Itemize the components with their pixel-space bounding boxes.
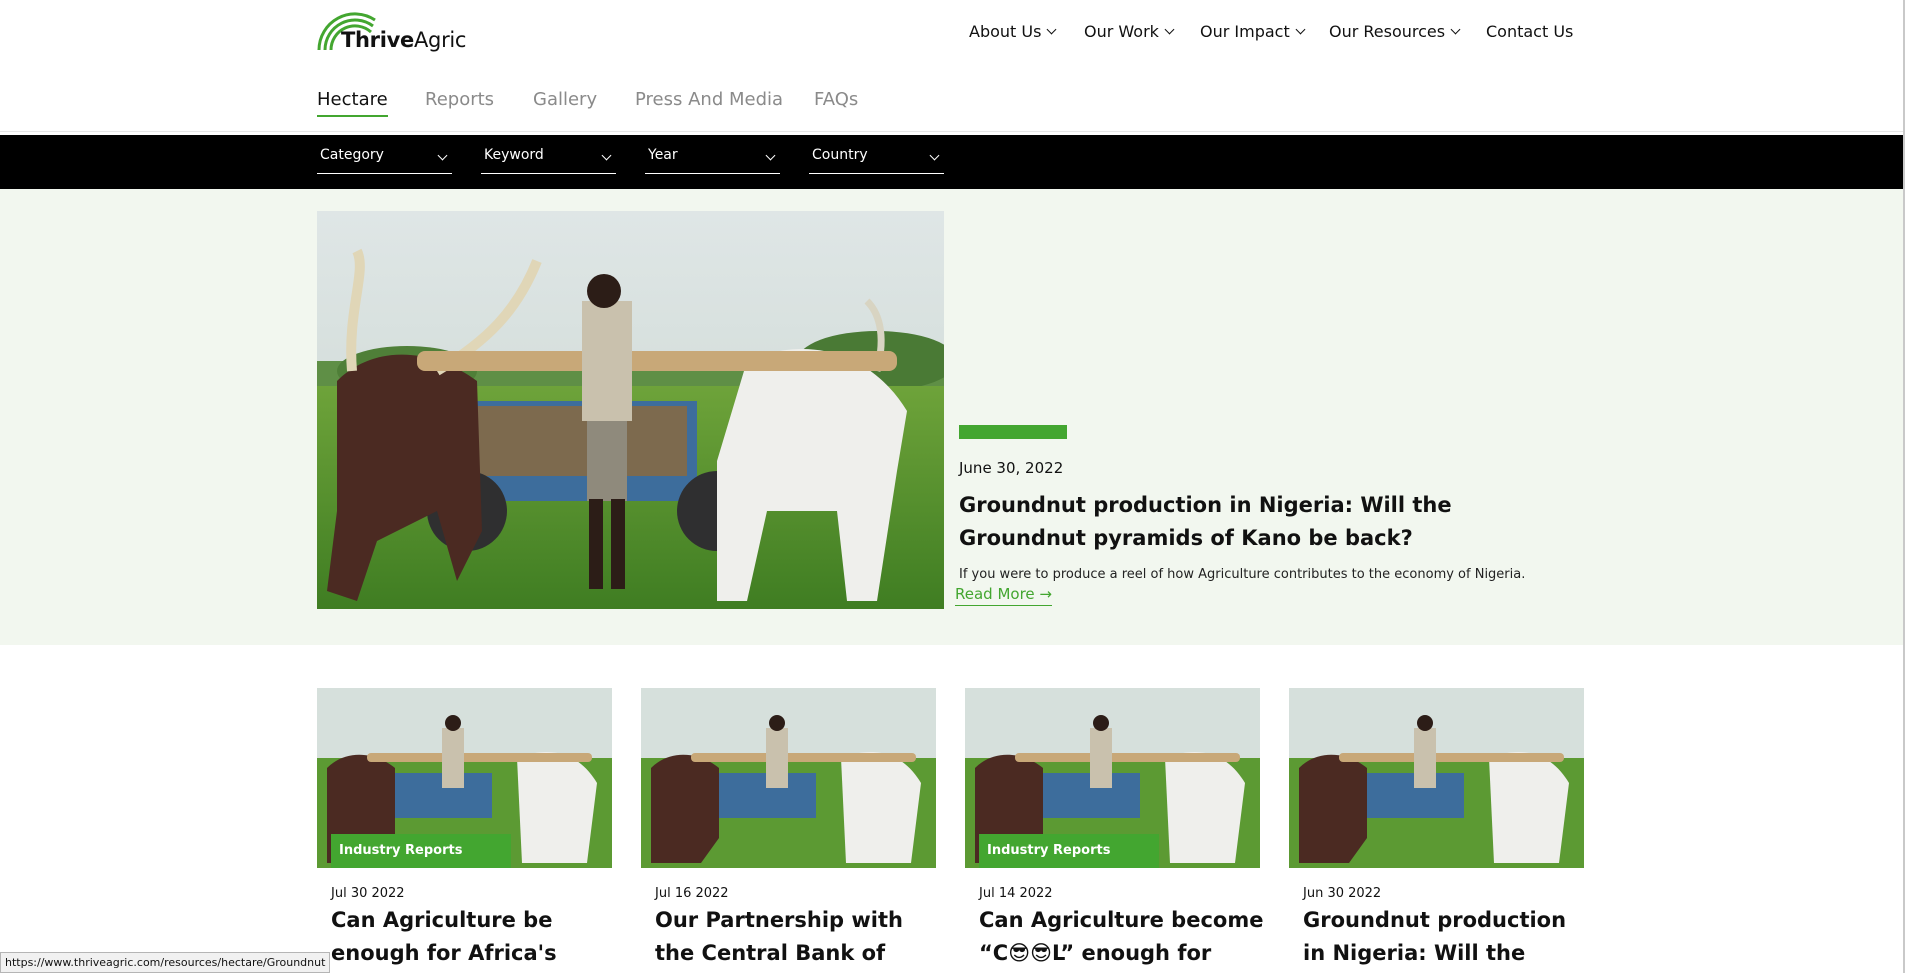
resources-subnav: Hectare Reports Gallery Press And Media … <box>0 89 1905 119</box>
category-filter-select[interactable]: Category <box>317 147 452 174</box>
article-card-title[interactable]: Our Partnership with the Central Bank of… <box>655 904 940 973</box>
nav-our-resources[interactable]: Our Resources <box>1329 22 1461 41</box>
nav-contact-us-label: Contact Us <box>1486 22 1574 41</box>
featured-article-text: June 30, 2022 Groundnut production in Ni… <box>955 425 1579 606</box>
article-card-date: Jul 30 2022 <box>331 886 405 901</box>
nav-our-impact-label: Our Impact <box>1200 22 1290 41</box>
article-card-image[interactable] <box>641 688 936 868</box>
country-filter-select[interactable]: Country <box>809 147 944 174</box>
article-card[interactable]: Industry Reports Jul 14 2022 Can Agricul… <box>965 688 1263 973</box>
chevron-down-icon <box>437 150 448 161</box>
article-card-date: Jul 14 2022 <box>979 886 1053 901</box>
nav-contact-us[interactable]: Contact Us <box>1486 22 1573 41</box>
keyword-filter-label: Keyword <box>484 147 544 163</box>
nav-our-work[interactable]: Our Work <box>1084 22 1175 41</box>
tab-faqs[interactable]: FAQs <box>814 89 858 110</box>
site-header: ThriveAgric About Us Our Work Our Impact… <box>0 0 1903 132</box>
article-card-image[interactable] <box>1289 688 1584 868</box>
main-nav: About Us Our Work Our Impact Our Resourc… <box>0 22 1905 46</box>
featured-article-date: June 30, 2022 <box>959 459 1064 477</box>
category-badge: Industry Reports <box>979 834 1159 868</box>
article-card[interactable]: Jul 16 2022 Our Partnership with the Cen… <box>641 688 936 973</box>
nav-our-resources-label: Our Resources <box>1329 22 1446 41</box>
status-bar-url: https://www.thriveagric.com/resources/he… <box>0 952 331 973</box>
nav-our-impact[interactable]: Our Impact <box>1200 22 1306 41</box>
tab-hectare[interactable]: Hectare <box>317 89 388 117</box>
filter-bar: Category Keyword Year Country <box>0 135 1903 189</box>
chevron-down-icon <box>1295 24 1306 34</box>
read-more-link[interactable]: Read More → <box>955 585 1052 606</box>
category-badge: Industry Reports <box>331 834 511 868</box>
chevron-down-icon <box>601 150 612 161</box>
year-filter-select[interactable]: Year <box>645 147 780 174</box>
featured-article-excerpt: If you were to produce a reel of how Agr… <box>959 567 1526 582</box>
article-card-title[interactable]: Groundnut production in Nigeria: Will th… <box>1303 904 1588 970</box>
chevron-down-icon <box>1164 24 1175 34</box>
featured-article-image[interactable] <box>317 211 944 609</box>
accent-bar <box>959 425 1067 439</box>
article-card[interactable]: Jun 30 2022 Groundnut production in Nige… <box>1289 688 1584 973</box>
nav-our-work-label: Our Work <box>1084 22 1159 41</box>
farmer-with-oxen-image <box>317 211 944 609</box>
country-filter-label: Country <box>812 147 868 163</box>
chevron-down-icon <box>929 150 940 161</box>
farmer-with-oxen-image <box>641 688 936 868</box>
article-card[interactable]: Industry Reports Jul 30 2022 Can Agricul… <box>317 688 612 973</box>
article-card-title[interactable]: Can Agriculture become “C😎😎L” enough for <box>979 904 1264 970</box>
article-card-title[interactable]: Can Agriculture be enough for Africa's <box>331 904 616 970</box>
tab-reports[interactable]: Reports <box>425 89 494 110</box>
chevron-down-icon <box>1450 24 1461 34</box>
page: ThriveAgric About Us Our Work Our Impact… <box>0 0 1905 973</box>
farmer-with-oxen-image <box>1289 688 1584 868</box>
article-card-date: Jul 16 2022 <box>655 886 729 901</box>
article-card-date: Jun 30 2022 <box>1303 886 1382 901</box>
category-filter-label: Category <box>320 147 384 163</box>
chevron-down-icon <box>765 150 776 161</box>
nav-about-us[interactable]: About Us <box>969 22 1057 41</box>
featured-article: June 30, 2022 Groundnut production in Ni… <box>0 189 1903 645</box>
keyword-filter-select[interactable]: Keyword <box>481 147 616 174</box>
nav-about-us-label: About Us <box>969 22 1042 41</box>
chevron-down-icon <box>1046 24 1057 34</box>
year-filter-label: Year <box>648 147 678 163</box>
tab-press-and-media[interactable]: Press And Media <box>635 89 783 110</box>
tab-gallery[interactable]: Gallery <box>533 89 597 110</box>
featured-article-title[interactable]: Groundnut production in Nigeria: Will th… <box>959 489 1559 555</box>
